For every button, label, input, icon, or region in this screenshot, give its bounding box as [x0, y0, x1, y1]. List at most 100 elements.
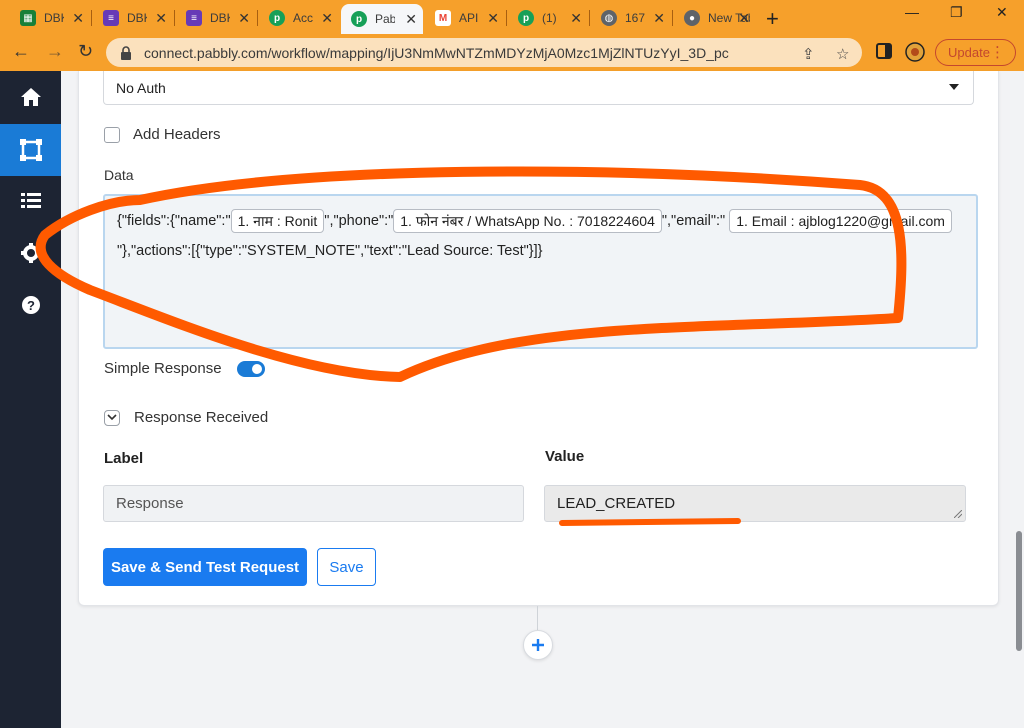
tab-1-label: DBK [44, 11, 64, 25]
data-text-part-4: "},"actions":[{"type":"SYSTEM_NOTE","tex… [117, 243, 543, 259]
home-icon [20, 88, 41, 106]
window-close-icon[interactable]: ✕ [996, 4, 1008, 21]
address-bar[interactable]: connect.pabbly.com/workflow/mapping/IjU3… [106, 38, 862, 67]
pabbly-icon: p [269, 10, 285, 26]
pabbly-icon: p [351, 11, 367, 27]
data-text-part-1: {"fields":{"name":" [117, 213, 231, 229]
tab-5-active[interactable]: p Pab ✕ [341, 4, 423, 34]
tab-7-label: (1) [542, 11, 557, 25]
tab-7[interactable]: p (1) ✕ [508, 4, 588, 32]
gear-icon [20, 243, 41, 263]
back-icon[interactable]: ← [12, 41, 30, 62]
sidepanel-icon[interactable] [876, 43, 892, 59]
response-received-label: Response Received [134, 409, 269, 426]
pabbly-icon: p [518, 10, 534, 26]
workflow-icon [19, 139, 42, 161]
response-value-field[interactable]: LEAD_CREATED [544, 485, 966, 522]
auth-type-value: No Auth [116, 80, 166, 96]
simple-response-label: Simple Response [104, 360, 222, 377]
update-label: Update [948, 45, 990, 60]
forms-icon: ≡ [186, 10, 202, 26]
sidebar-item-home[interactable] [0, 71, 61, 123]
url-text: connect.pabbly.com/workflow/mapping/IjU3… [144, 44, 729, 61]
value-column-header: Value [545, 448, 585, 465]
close-icon[interactable]: ✕ [321, 10, 333, 27]
sidebar-item-settings[interactable] [0, 227, 61, 279]
tab-6[interactable]: M API ✕ [425, 4, 505, 32]
data-field-label: Data [104, 167, 134, 183]
tab-strip: ▦ DBK ✕ ≡ DBK ✕ ≡ DBK ✕ p Acc ✕ p Pab ✕ … [0, 0, 1024, 34]
tab-6-label: API [459, 11, 479, 25]
scrollbar[interactable] [1013, 71, 1024, 728]
plus-icon [532, 639, 544, 651]
tab-5-label: Pab [375, 12, 395, 26]
close-icon[interactable]: ✕ [738, 10, 750, 27]
simple-response-row: Simple Response [104, 360, 265, 377]
tab-4-label: Acc [293, 11, 313, 25]
resize-handle-icon[interactable] [954, 510, 962, 518]
tab-8[interactable]: ◍ 167 ✕ [591, 4, 671, 32]
tab-9[interactable]: ● New Tab ✕ [674, 4, 756, 32]
label-column-header: Label [104, 450, 144, 467]
close-icon[interactable]: ✕ [570, 10, 582, 27]
chevron-down-icon [107, 414, 117, 421]
app-sidebar: ? [0, 71, 61, 728]
tab-3-label: DBK [210, 11, 230, 25]
tab-2-label: DBK [127, 11, 147, 25]
bookmark-star-icon[interactable]: ☆ [836, 45, 849, 63]
lock-icon [121, 45, 131, 60]
forms-icon: ≡ [103, 10, 119, 26]
sidebar-item-tasks[interactable] [0, 175, 61, 227]
reload-icon[interactable]: ↻ [78, 41, 93, 62]
tab-3[interactable]: ≡ DBK ✕ [176, 4, 256, 32]
task-list-icon [20, 193, 41, 208]
close-icon[interactable]: ✕ [653, 10, 665, 27]
tab-1[interactable]: ▦ DBK ✕ [10, 4, 90, 32]
response-value-text: LEAD_CREATED [557, 495, 676, 512]
auth-type-select[interactable]: No Auth [103, 71, 974, 105]
tab-2[interactable]: ≡ DBK ✕ [93, 4, 173, 32]
profile-avatar-icon[interactable] [905, 42, 925, 62]
add-headers-label: Add Headers [133, 126, 221, 143]
gmail-icon: M [435, 10, 451, 26]
tab-8-label: 167 [625, 11, 645, 25]
add-step-button[interactable] [523, 630, 553, 660]
close-icon[interactable]: ✕ [238, 10, 250, 27]
simple-response-toggle[interactable] [236, 360, 265, 377]
save-button[interactable]: Save [317, 548, 376, 586]
tab-4[interactable]: p Acc ✕ [259, 4, 339, 32]
more-menu-icon[interactable]: ⋮ [990, 43, 1005, 61]
mapped-field-phone-pill[interactable]: 1. फोन नंबर / WhatsApp No. : 7018224604 [393, 209, 662, 234]
forward-icon[interactable]: → [46, 41, 64, 62]
data-body-editor[interactable]: {"fields":{"name":" 1. नाम : Ronit ","phon… [103, 194, 978, 349]
data-text-part-2: ","phone":" [324, 213, 394, 229]
collapse-toggle[interactable] [104, 409, 120, 426]
scrollbar-thumb[interactable] [1016, 531, 1022, 651]
response-received-row: Response Received [104, 409, 268, 426]
new-tab-icon[interactable]: + [766, 6, 779, 32]
restore-icon[interactable]: ❐ [950, 4, 963, 21]
dropdown-caret-icon [949, 84, 959, 90]
sheets-icon: ▦ [20, 10, 36, 26]
minimize-icon[interactable]: — [905, 4, 919, 20]
svg-text:?: ? [27, 298, 35, 313]
globe-icon: ◍ [601, 10, 617, 26]
close-icon[interactable]: ✕ [405, 11, 417, 28]
help-icon: ? [21, 296, 40, 314]
add-headers-checkbox[interactable] [104, 126, 120, 143]
close-icon[interactable]: ✕ [487, 10, 499, 27]
close-icon[interactable]: ✕ [155, 10, 167, 27]
share-icon[interactable]: ⇪ [802, 45, 815, 63]
data-text-part-3: ","email":" [661, 213, 726, 229]
sidebar-item-workflow[interactable] [0, 124, 61, 176]
update-button[interactable]: Update ⋮ [935, 39, 1016, 66]
browser-toolbar: ← → ↻ connect.pabbly.com/workflow/mappin… [0, 34, 1024, 71]
step-connector [537, 606, 538, 630]
mapped-field-email-pill[interactable]: 1. Email : ajblog1220@gmail.com [729, 209, 952, 234]
close-icon[interactable]: ✕ [72, 10, 84, 27]
mapped-field-name-pill[interactable]: 1. नाम : Ronit [230, 209, 325, 234]
chrome-icon: ● [684, 10, 700, 26]
sidebar-item-help[interactable]: ? [0, 279, 61, 331]
save-send-test-button[interactable]: Save & Send Test Request [103, 548, 307, 586]
response-label-field[interactable]: Response [103, 485, 524, 522]
